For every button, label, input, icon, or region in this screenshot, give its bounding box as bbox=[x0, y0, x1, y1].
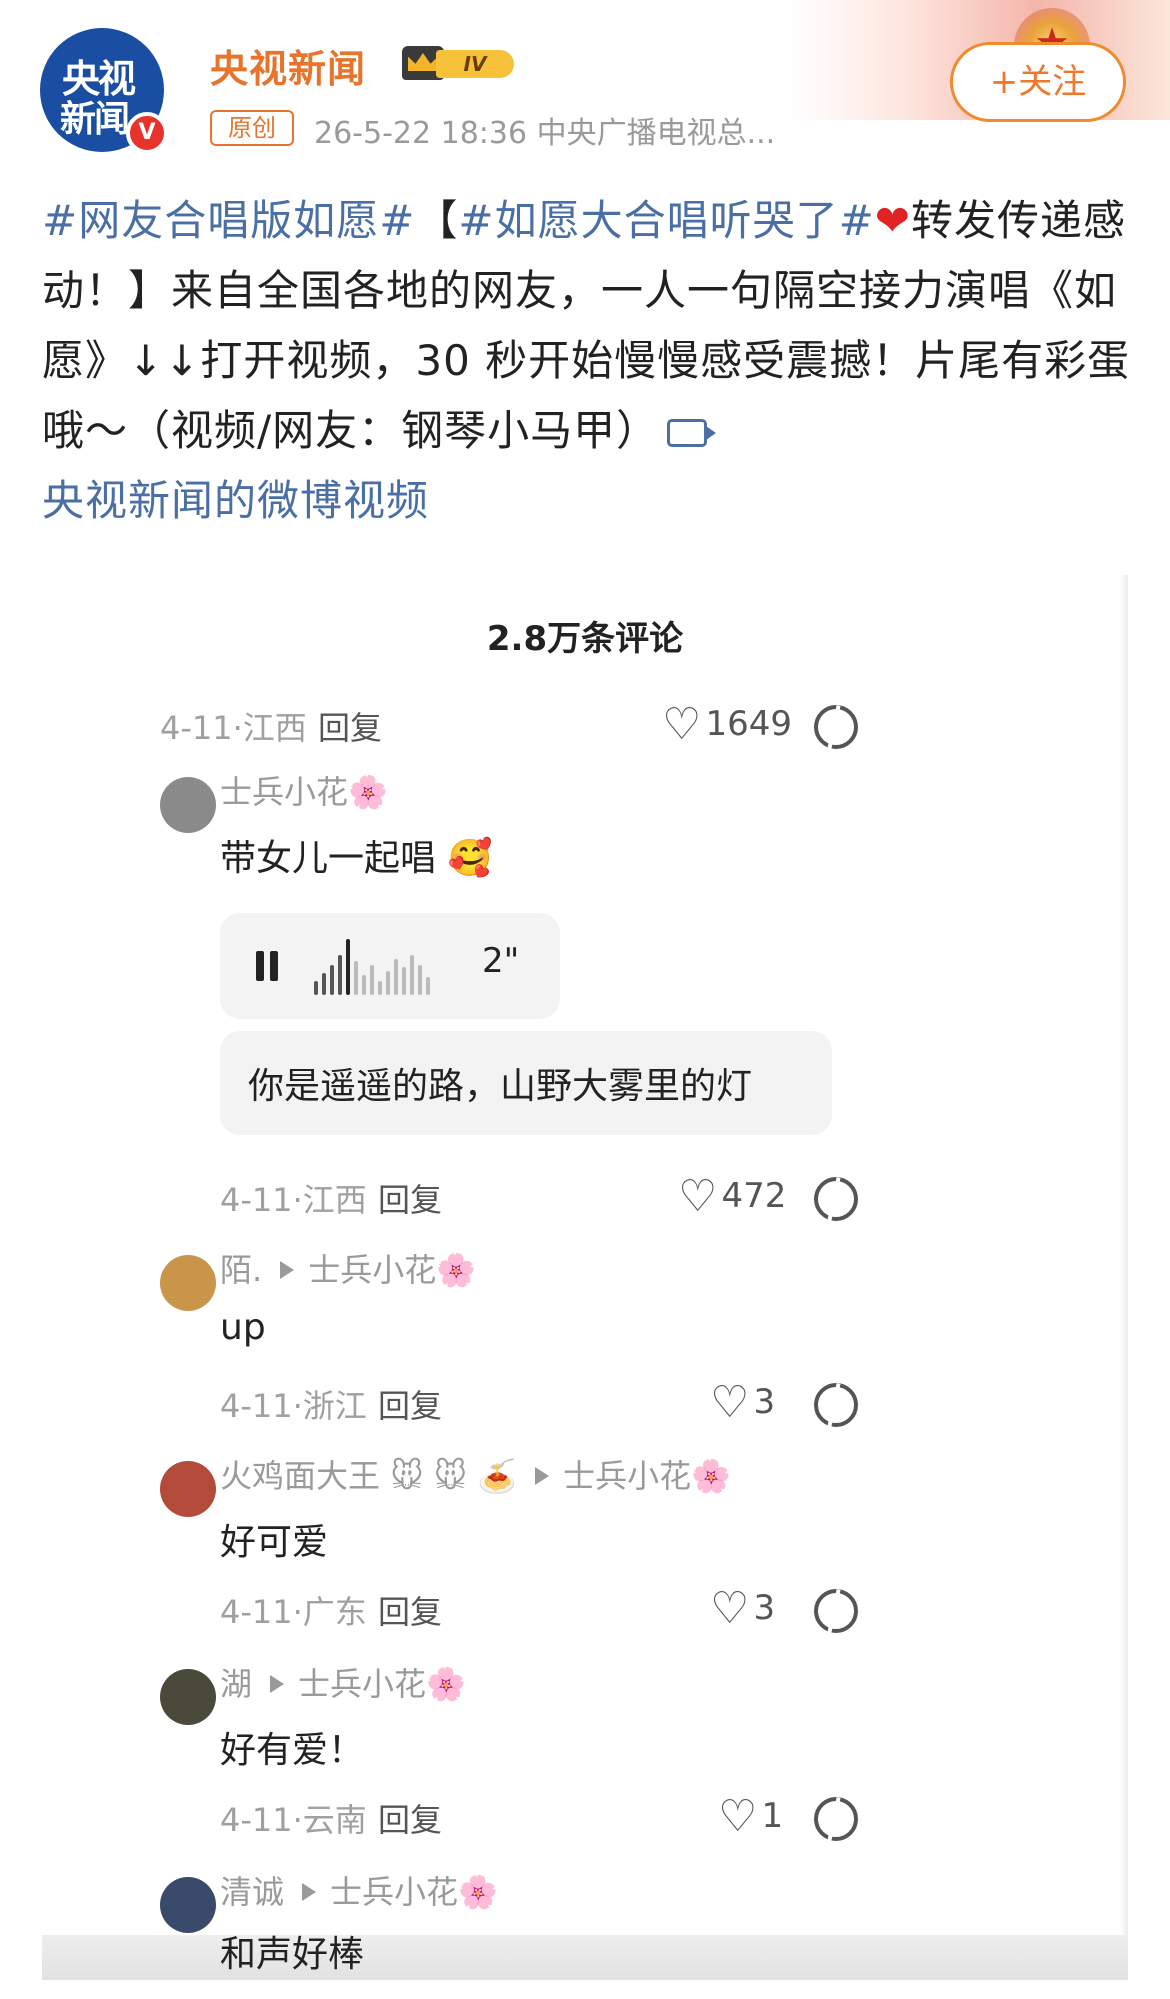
like-button[interactable]: ♡ 1 bbox=[718, 1791, 783, 1842]
reply-arrow-icon bbox=[280, 1261, 295, 1279]
like-button[interactable]: ♡ 1649 bbox=[662, 699, 792, 750]
reply-arrow-icon bbox=[270, 1675, 285, 1693]
user-emoji: 🐭 🐭 🍝 bbox=[390, 1457, 518, 1495]
commenter-avatar[interactable] bbox=[160, 1255, 216, 1311]
heart-emoji: ❤ bbox=[874, 196, 911, 245]
like-button[interactable]: ♡ 3 bbox=[710, 1377, 775, 1428]
voice-message[interactable]: 2" bbox=[220, 913, 560, 1019]
comment-text: 好可爱 bbox=[220, 1522, 329, 1563]
avatar-text-line2: 新闻 bbox=[60, 99, 130, 140]
rank-label: IV bbox=[436, 50, 514, 78]
heart-icon: ♡ bbox=[662, 699, 702, 750]
heart-icon: ♡ bbox=[710, 1583, 750, 1634]
bracket-text: 【 bbox=[415, 196, 459, 245]
broken-heart-icon[interactable] bbox=[814, 1797, 858, 1841]
comment-text: up bbox=[220, 1307, 266, 1348]
commenter-avatar[interactable] bbox=[160, 777, 216, 833]
broken-heart-icon[interactable] bbox=[814, 1383, 858, 1427]
reply-button[interactable]: 回复 bbox=[378, 1381, 442, 1427]
video-link-icon[interactable] bbox=[667, 419, 717, 447]
broken-heart-icon[interactable] bbox=[814, 1177, 858, 1221]
flower-icon: 🌸 bbox=[348, 773, 388, 811]
post-header: ★ 央视 新闻 V 央视新闻 IV 原创 26-5-22 18:36 中央广播电… bbox=[0, 0, 1170, 170]
flower-icon: 🌸 bbox=[436, 1251, 477, 1289]
commenter-name[interactable]: 火鸡面大王 🐭 🐭 🍝 士兵小花🌸 bbox=[220, 1451, 731, 1497]
hug-emoji: 🥰 bbox=[447, 838, 493, 879]
like-count: 472 bbox=[721, 1176, 787, 1216]
follow-button[interactable]: +关注 bbox=[950, 42, 1126, 122]
reply-button[interactable]: 回复 bbox=[378, 1587, 442, 1633]
comment-text: 好有爱！ bbox=[220, 1730, 365, 1771]
like-count: 3 bbox=[753, 1382, 776, 1422]
reply-arrow-icon bbox=[535, 1467, 550, 1485]
post-body: #网友合唱版如愿#【#如愿大合唱听哭了#❤转发传递感动！】来自全国各地的网友，一… bbox=[42, 186, 1132, 536]
heart-icon: ♡ bbox=[710, 1377, 750, 1428]
comment-meta: 4-11·浙江 bbox=[220, 1387, 367, 1425]
reply-button[interactable]: 回复 bbox=[378, 1795, 442, 1841]
hashtag-link[interactable]: #如愿大合唱听哭了# bbox=[458, 196, 874, 245]
like-count: 1649 bbox=[705, 704, 792, 744]
commenter-name[interactable]: 清诚 士兵小花🌸 bbox=[220, 1867, 498, 1913]
broken-heart-icon[interactable] bbox=[814, 705, 858, 749]
flower-icon: 🌸 bbox=[691, 1457, 731, 1495]
commenter-avatar[interactable] bbox=[160, 1877, 216, 1933]
commenter-name[interactable]: 湖士兵小花🌸 bbox=[220, 1659, 466, 1705]
reply-button[interactable]: 回复 bbox=[318, 703, 382, 749]
hashtag-link[interactable]: #网友合唱版如愿# bbox=[42, 196, 415, 245]
verified-icon: V bbox=[126, 112, 168, 154]
commenter-name[interactable]: 士兵小花🌸 bbox=[220, 767, 388, 813]
flower-icon: 🌸 bbox=[426, 1665, 466, 1703]
voice-duration: 2" bbox=[482, 941, 520, 981]
comment-meta: 4-11·江西 bbox=[220, 1181, 367, 1219]
original-badge: 原创 bbox=[210, 110, 294, 146]
like-button[interactable]: ♡ 472 bbox=[678, 1171, 786, 1222]
reply-button[interactable]: 回复 bbox=[378, 1175, 442, 1221]
commenter-avatar[interactable] bbox=[160, 1669, 216, 1725]
heart-icon: ♡ bbox=[718, 1791, 758, 1842]
like-count: 3 bbox=[753, 1588, 776, 1628]
comment-text: 和声好棒 bbox=[220, 1934, 365, 1975]
rank-badge: IV bbox=[402, 44, 514, 82]
comment-count-title: 2.8万条评论 bbox=[486, 619, 684, 659]
comment-meta: 4-11·广东 bbox=[220, 1593, 367, 1631]
pause-icon[interactable] bbox=[254, 951, 282, 981]
like-count: 1 bbox=[761, 1796, 784, 1836]
like-button[interactable]: ♡ 3 bbox=[710, 1583, 775, 1634]
flower-icon: 🌸 bbox=[458, 1873, 498, 1911]
comment-text: 带女儿一起唱 🥰 bbox=[220, 838, 493, 879]
heart-icon: ♡ bbox=[678, 1171, 718, 1222]
commenter-avatar[interactable] bbox=[160, 1461, 216, 1517]
comment-screenshot: 2.8万条评论 4-11·江西 回复 ♡ 1649 士兵小花🌸 带女儿一起唱 🥰 … bbox=[42, 575, 1128, 1980]
account-name[interactable]: 央视新闻 bbox=[210, 38, 366, 93]
comment-meta: 4-11·云南 bbox=[220, 1801, 367, 1839]
comment-meta: 4-11·江西 bbox=[160, 709, 307, 747]
video-link[interactable]: 央视新闻的微博视频 bbox=[42, 476, 429, 525]
bottom-fade bbox=[42, 1935, 1128, 1980]
post-meta: 26-5-22 18:36 中央广播电视总... bbox=[314, 116, 776, 151]
reply-arrow-icon bbox=[302, 1883, 317, 1901]
broken-heart-icon[interactable] bbox=[814, 1589, 858, 1633]
voice-transcript: 你是遥遥的路，山野大雾里的灯 bbox=[220, 1031, 832, 1135]
waveform-icon bbox=[314, 939, 464, 995]
commenter-name[interactable]: 陌. 士兵小花🌸 bbox=[220, 1245, 476, 1291]
